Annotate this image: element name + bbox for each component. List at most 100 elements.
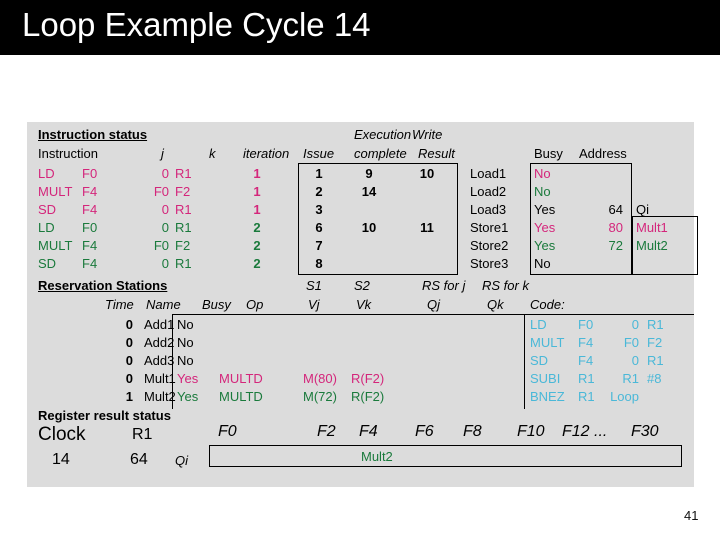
instruction-k: R1	[175, 220, 192, 235]
r1-value: 64	[130, 451, 148, 468]
code-op: MULT	[530, 335, 565, 350]
code-operand-b: 0	[631, 317, 639, 332]
page-number: 41	[684, 508, 699, 523]
instruction-k: R1	[175, 166, 192, 181]
header-k: k	[209, 146, 216, 161]
code-operand-b: F0	[623, 335, 639, 350]
load-store-address: 64	[608, 202, 623, 217]
load-store-name: Load2	[470, 184, 507, 199]
header-vj: Vj	[308, 297, 320, 312]
code-operand-b: 0	[631, 353, 639, 368]
rs-op: MULTD	[219, 371, 263, 386]
code-operand-b: Loop	[610, 389, 639, 404]
load-store-name: Load3	[470, 202, 507, 217]
rs-time: 0	[125, 335, 133, 350]
rs-name: Add1	[144, 317, 175, 332]
header-rs-for-k: RS for k	[482, 278, 529, 293]
register-result-box	[209, 445, 682, 467]
header-j: j	[161, 146, 164, 161]
slide-footer-area	[470, 497, 720, 540]
register-result-status-label: Register result status	[38, 408, 171, 423]
load-store-address: 72	[608, 238, 623, 253]
rs-name: Add3	[144, 353, 175, 368]
rs-busy: No	[177, 317, 194, 332]
instruction-write-result: 11	[420, 220, 434, 235]
code-operand-a: F4	[578, 335, 594, 350]
header-qj: Qj	[427, 297, 440, 312]
load-store-busy: Yes	[534, 220, 556, 235]
header-iteration: iteration	[243, 146, 290, 161]
instruction-status-label: Instruction status	[38, 127, 148, 142]
code-operand-c: #8	[647, 371, 662, 386]
header-issue: Issue	[303, 146, 335, 161]
load-store-address: 80	[608, 220, 623, 235]
rs-vj: M(72)	[303, 389, 337, 404]
register-header-F12: F12 ...	[562, 423, 608, 440]
instruction-iteration: 1	[253, 166, 261, 181]
rs-time: 0	[125, 317, 133, 332]
page-title: Loop Example Cycle 14	[22, 6, 371, 43]
code-op: SD	[530, 353, 549, 368]
instruction-j: 0	[161, 166, 169, 181]
rs-time: 0	[125, 371, 133, 386]
code-operand-b: R1	[622, 371, 639, 386]
code-op: BNEZ	[530, 389, 565, 404]
register-header-F10: F10	[517, 423, 545, 440]
header-instruction: Instruction	[38, 146, 98, 161]
register-header-F6: F6	[415, 423, 434, 440]
load-store-name: Load1	[470, 166, 507, 181]
instruction-issue: 3	[315, 202, 323, 217]
tomasulo-table-panel: Instruction status Instruction j k itera…	[27, 122, 698, 487]
header-vk: Vk	[356, 297, 372, 312]
header-busy-ls: Busy	[534, 146, 563, 161]
slide-title-bar: Loop Example Cycle 14	[0, 0, 720, 55]
header-s1: S1	[306, 278, 322, 293]
code-label: Code:	[530, 297, 565, 312]
header-name: Name	[146, 297, 181, 312]
header-exec-complete: complete	[354, 146, 407, 161]
header-time: Time	[105, 297, 134, 312]
rs-busy: No	[177, 335, 194, 350]
instruction-exec-complete: 14	[361, 184, 377, 199]
rs-name: Mult1	[144, 371, 176, 386]
reservation-stations-label: Reservation Stations	[38, 278, 168, 293]
code-op: SUBI	[530, 371, 561, 386]
instruction-k: F2	[175, 184, 191, 199]
load-store-busy: No	[534, 184, 551, 199]
load-store-qi: Mult1	[636, 220, 668, 235]
load-store-busy: Yes	[534, 202, 556, 217]
rs-busy: Yes	[177, 371, 199, 386]
rs-busy: Yes	[177, 389, 199, 404]
header-rs-for-j: RS for j	[422, 278, 466, 293]
header-s2: S2	[354, 278, 370, 293]
instruction-op: SD	[38, 202, 57, 217]
instruction-iteration: 2	[253, 256, 261, 271]
instruction-j: 0	[161, 256, 169, 271]
code-operand-c: R1	[647, 353, 664, 368]
instruction-dest: F4	[82, 184, 98, 199]
header-address-ls: Address	[579, 146, 627, 161]
instruction-k: R1	[175, 202, 192, 217]
instruction-j: 0	[161, 202, 169, 217]
register-header-F30: F30	[631, 423, 659, 440]
code-operand-a: F4	[578, 353, 594, 368]
instruction-op: SD	[38, 256, 57, 271]
instruction-op: MULT	[38, 184, 73, 199]
instruction-write-result: 10	[419, 166, 435, 181]
code-operand-a: R1	[578, 371, 595, 386]
rs-time: 1	[125, 389, 133, 404]
clock-label: Clock	[38, 424, 86, 445]
code-op: LD	[530, 317, 547, 332]
load-store-busy: No	[534, 256, 551, 271]
instruction-k: F2	[175, 238, 191, 253]
code-operand-c: F2	[647, 335, 663, 350]
instruction-issue: 7	[315, 238, 323, 253]
load-store-qi: Mult2	[636, 238, 668, 253]
load-store-name: Store1	[470, 220, 509, 235]
instruction-iteration: 1	[253, 184, 261, 199]
rs-op: MULTD	[219, 389, 263, 404]
rs-vk: R(F2)	[351, 389, 385, 404]
register-header-F4: F4	[359, 423, 378, 440]
header-write-group: Write	[412, 127, 443, 142]
code-operand-a: R1	[578, 389, 595, 404]
